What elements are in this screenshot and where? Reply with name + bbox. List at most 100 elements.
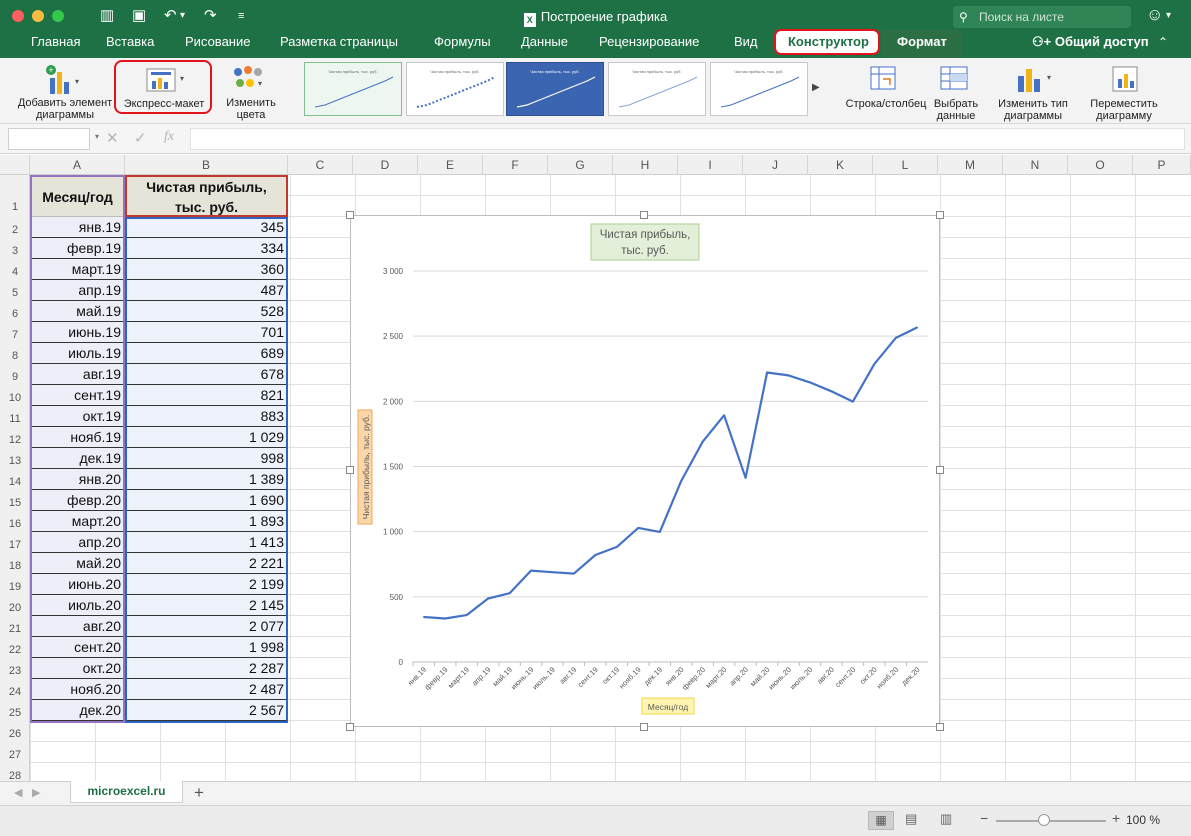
profit-cell[interactable]: 2 199 bbox=[126, 574, 287, 595]
row-header[interactable]: 13 bbox=[0, 448, 30, 469]
row-header[interactable]: 11 bbox=[0, 406, 30, 427]
formula-input[interactable] bbox=[190, 128, 1185, 150]
chart-style-2[interactable]: Чистая прибыль, тыс. руб. bbox=[406, 62, 504, 116]
quick-layout-button[interactable]: ▾ Экспресс-макет bbox=[114, 60, 212, 114]
tab-page-layout[interactable]: Разметка страницы bbox=[280, 33, 398, 51]
row-header[interactable]: 12 bbox=[0, 427, 30, 448]
resize-handle[interactable] bbox=[640, 723, 648, 731]
profit-cell[interactable]: 1 998 bbox=[126, 637, 287, 658]
row-header[interactable]: 2 bbox=[0, 217, 30, 238]
tab-chart-design[interactable]: Конструктор bbox=[788, 33, 869, 51]
row-header[interactable]: 6 bbox=[0, 301, 30, 322]
user-account-icon[interactable]: ☺ bbox=[1146, 5, 1163, 25]
month-cell[interactable]: сент.19 bbox=[31, 385, 124, 406]
resize-handle[interactable] bbox=[640, 211, 648, 219]
tab-view[interactable]: Вид bbox=[734, 33, 758, 51]
month-cell[interactable]: дек.20 bbox=[31, 700, 124, 721]
row-header[interactable]: 24 bbox=[0, 679, 30, 700]
month-cell[interactable]: июнь.20 bbox=[31, 574, 124, 595]
profit-cell[interactable]: 2 145 bbox=[126, 595, 287, 616]
profit-cell[interactable]: 678 bbox=[126, 364, 287, 385]
select-all-corner[interactable] bbox=[0, 155, 30, 175]
row-header[interactable]: 10 bbox=[0, 385, 30, 406]
normal-view-icon[interactable]: ▦ bbox=[868, 811, 894, 830]
profit-cell[interactable]: 1 029 bbox=[126, 427, 287, 448]
row-header[interactable]: 5 bbox=[0, 280, 30, 301]
month-cell[interactable]: нояб.20 bbox=[31, 679, 124, 700]
column-header[interactable]: K bbox=[808, 155, 873, 175]
zoom-slider[interactable] bbox=[996, 820, 1106, 822]
resize-handle[interactable] bbox=[936, 466, 944, 474]
row-header[interactable]: 23 bbox=[0, 658, 30, 679]
next-sheet-icon[interactable]: ▶ bbox=[32, 786, 40, 799]
profit-cell[interactable]: 2 567 bbox=[126, 700, 287, 721]
header-profit-cell[interactable]: Чистая прибыль, тыс. руб. bbox=[125, 175, 288, 217]
move-chart-button[interactable] bbox=[1110, 64, 1142, 94]
resize-handle[interactable] bbox=[346, 723, 354, 731]
sheet-tab-active[interactable]: microexcel.ru bbox=[70, 781, 183, 803]
chart-style-5[interactable]: Чистая прибыль, тыс. руб. bbox=[710, 62, 808, 116]
zoom-slider-thumb[interactable] bbox=[1038, 814, 1050, 826]
column-header[interactable]: O bbox=[1068, 155, 1133, 175]
header-month-cell[interactable]: Месяц/год bbox=[30, 175, 125, 217]
column-header[interactable]: P bbox=[1133, 155, 1191, 175]
zoom-out-icon[interactable]: − bbox=[980, 810, 988, 826]
tab-review[interactable]: Рецензирование bbox=[599, 33, 699, 51]
month-cell[interactable]: окт.20 bbox=[31, 658, 124, 679]
month-cell[interactable]: янв.19 bbox=[31, 217, 124, 238]
line-chart[interactable]: 0 500 1 000 1 500 2 000 2 500 3 000 янв.19 февр.… bbox=[350, 215, 940, 727]
tab-home[interactable]: Главная bbox=[31, 33, 80, 51]
column-header[interactable]: E bbox=[418, 155, 483, 175]
profit-cell[interactable]: 345 bbox=[126, 217, 287, 238]
resize-handle[interactable] bbox=[936, 723, 944, 731]
month-cell[interactable]: март.19 bbox=[31, 259, 124, 280]
chart-style-3[interactable]: Чистая прибыль, тыс. руб. bbox=[506, 62, 604, 116]
row-header[interactable]: 20 bbox=[0, 595, 30, 616]
profit-cell[interactable]: 883 bbox=[126, 406, 287, 427]
column-header[interactable]: A bbox=[30, 155, 125, 175]
month-cell[interactable]: авг.19 bbox=[31, 364, 124, 385]
add-chart-element-button[interactable]: + ▾ bbox=[44, 64, 80, 96]
profit-cell[interactable]: 334 bbox=[126, 238, 287, 259]
column-header[interactable]: L bbox=[873, 155, 938, 175]
more-styles-arrow-icon[interactable]: ▶ bbox=[812, 82, 820, 93]
month-cell[interactable]: апр.20 bbox=[31, 532, 124, 553]
row-header[interactable]: 1 bbox=[0, 175, 30, 217]
profit-cell[interactable]: 821 bbox=[126, 385, 287, 406]
month-cell[interactable]: июль.20 bbox=[31, 595, 124, 616]
prev-sheet-icon[interactable]: ◀ bbox=[14, 786, 22, 799]
column-header[interactable]: N bbox=[1003, 155, 1068, 175]
month-cell[interactable]: февр.20 bbox=[31, 490, 124, 511]
row-header[interactable]: 15 bbox=[0, 490, 30, 511]
chart-style-1[interactable]: Чистая прибыль, тыс. руб. bbox=[304, 62, 402, 116]
row-header[interactable]: 7 bbox=[0, 322, 30, 343]
profit-cell[interactable]: 1 893 bbox=[126, 511, 287, 532]
profit-cell[interactable]: 701 bbox=[126, 322, 287, 343]
profit-cell[interactable]: 1 690 bbox=[126, 490, 287, 511]
tab-data[interactable]: Данные bbox=[521, 33, 568, 51]
row-header[interactable]: 9 bbox=[0, 364, 30, 385]
change-chart-type-button[interactable]: ▾ bbox=[1014, 64, 1054, 94]
column-header[interactable]: F bbox=[483, 155, 548, 175]
profit-cell[interactable]: 689 bbox=[126, 343, 287, 364]
zoom-in-icon[interactable]: + bbox=[1112, 810, 1120, 826]
month-cell[interactable]: дек.19 bbox=[31, 448, 124, 469]
month-cell[interactable]: нояб.19 bbox=[31, 427, 124, 448]
month-cell[interactable]: март.20 bbox=[31, 511, 124, 532]
column-header[interactable]: H bbox=[613, 155, 678, 175]
profit-cell[interactable]: 360 bbox=[126, 259, 287, 280]
column-header[interactable]: M bbox=[938, 155, 1003, 175]
page-break-view-icon[interactable]: ▥ bbox=[940, 811, 952, 827]
month-cell[interactable]: май.19 bbox=[31, 301, 124, 322]
month-cell[interactable]: февр.19 bbox=[31, 238, 124, 259]
row-header[interactable]: 4 bbox=[0, 259, 30, 280]
row-header[interactable]: 22 bbox=[0, 637, 30, 658]
profit-cell[interactable]: 1 389 bbox=[126, 469, 287, 490]
collapse-ribbon-icon[interactable]: ⌃ bbox=[1158, 33, 1168, 51]
column-header[interactable]: D bbox=[353, 155, 418, 175]
add-sheet-icon[interactable]: + bbox=[194, 783, 204, 803]
column-header[interactable]: I bbox=[678, 155, 743, 175]
function-icon[interactable]: fx bbox=[164, 129, 174, 145]
column-header[interactable]: G bbox=[548, 155, 613, 175]
row-header[interactable]: 14 bbox=[0, 469, 30, 490]
